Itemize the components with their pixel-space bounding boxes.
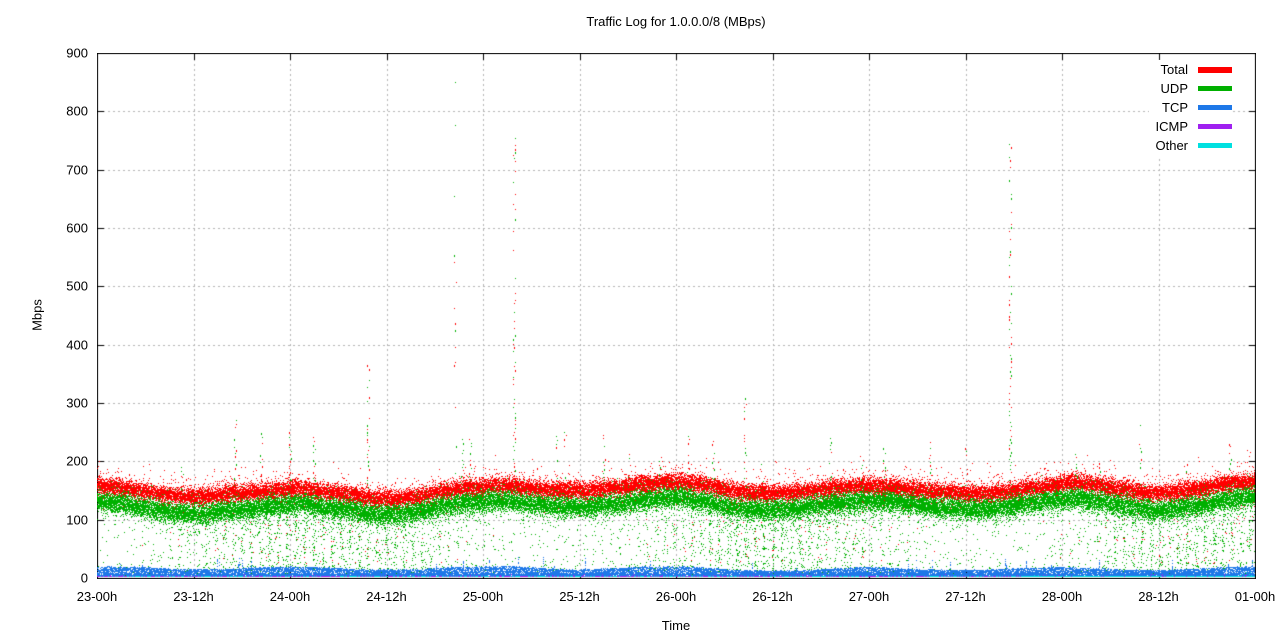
y-tick-label: 200 xyxy=(66,454,88,469)
x-tick-label: 24-12h xyxy=(366,589,406,604)
x-tick-label: 27-00h xyxy=(849,589,889,604)
x-tick-label: 25-00h xyxy=(463,589,503,604)
x-tick-label: 27-12h xyxy=(945,589,985,604)
legend-item-other: Other xyxy=(1155,136,1232,155)
y-tick-label: 400 xyxy=(66,337,88,352)
legend-item-tcp: TCP xyxy=(1155,98,1232,117)
legend-line-swatch xyxy=(1198,124,1232,129)
legend-line-swatch xyxy=(1198,143,1232,148)
legend-item-total: Total xyxy=(1155,60,1232,79)
traffic-log-chart: Traffic Log for 1.0.0.0/8 (MBps) Mbps 01… xyxy=(0,0,1280,640)
legend-item-icmp: ICMP xyxy=(1155,117,1232,136)
x-tick-label: 23-00h xyxy=(77,589,117,604)
legend: Total UDP TCP ICMP Other xyxy=(1149,60,1232,157)
x-tick-label: 28-12h xyxy=(1138,589,1178,604)
y-tick-label: 100 xyxy=(66,512,88,527)
legend-line-swatch xyxy=(1198,67,1232,73)
y-tick-label: 700 xyxy=(66,162,88,177)
plot-canvas xyxy=(97,53,1256,579)
x-tick-label: 23-12h xyxy=(173,589,213,604)
y-axis-label: Mbps xyxy=(30,299,45,331)
y-tick-label: 500 xyxy=(66,279,88,294)
legend-label: ICMP xyxy=(1156,119,1189,134)
x-tick-label: 26-12h xyxy=(752,589,792,604)
x-tick-label: 25-12h xyxy=(559,589,599,604)
legend-line-swatch xyxy=(1198,86,1232,91)
x-tick-label: 28-00h xyxy=(1042,589,1082,604)
y-tick-label: 900 xyxy=(66,46,88,61)
y-tick-label: 600 xyxy=(66,221,88,236)
y-tick-label: 300 xyxy=(66,396,88,411)
legend-label: TCP xyxy=(1162,100,1188,115)
x-axis-label: Time xyxy=(97,618,1255,633)
x-tick-label: 01-00h xyxy=(1235,589,1275,604)
legend-label: Other xyxy=(1155,138,1188,153)
x-tick-label: 26-00h xyxy=(656,589,696,604)
y-tick-label: 0 xyxy=(81,571,88,586)
legend-label: UDP xyxy=(1161,81,1188,96)
legend-item-udp: UDP xyxy=(1155,79,1232,98)
legend-line-swatch xyxy=(1198,105,1232,110)
x-tick-label: 24-00h xyxy=(270,589,310,604)
legend-label: Total xyxy=(1161,62,1188,77)
chart-title: Traffic Log for 1.0.0.0/8 (MBps) xyxy=(97,14,1255,29)
y-tick-label: 800 xyxy=(66,104,88,119)
